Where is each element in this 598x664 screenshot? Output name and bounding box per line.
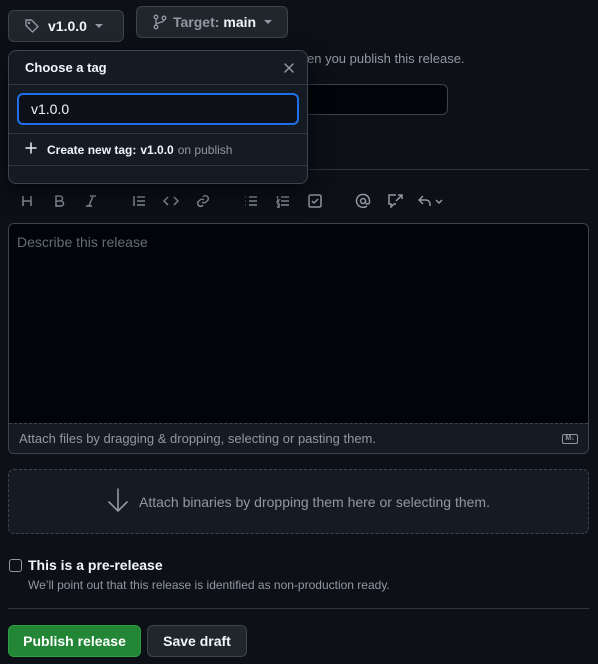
tag-hint-text: en you publish this release. xyxy=(307,51,465,66)
create-tag-suffix: on publish xyxy=(177,142,233,157)
tag-filter-input[interactable] xyxy=(17,93,299,125)
tag-select-button[interactable]: v1.0.0 xyxy=(8,10,124,42)
plus-icon xyxy=(25,142,37,157)
code-icon[interactable] xyxy=(160,190,182,212)
tag-dropdown: Choose a tag Create new tag: v1.0.0 on p… xyxy=(8,50,308,184)
prerelease-label[interactable]: This is a pre-release xyxy=(28,557,163,573)
link-icon[interactable] xyxy=(192,190,214,212)
prerelease-description: We’ll point out that this release is ide… xyxy=(28,578,390,592)
ordered-list-icon[interactable] xyxy=(272,190,294,212)
markdown-icon: M↓ xyxy=(562,433,578,444)
mention-icon[interactable] xyxy=(352,190,374,212)
branch-icon xyxy=(153,14,167,30)
create-tag-prefix: Create new tag: xyxy=(47,142,137,157)
chevron-down-icon xyxy=(94,24,103,28)
divider xyxy=(300,169,589,170)
publish-release-button[interactable]: Publish release xyxy=(8,625,141,657)
attach-files-bar[interactable]: Attach files by dragging & dropping, sel… xyxy=(9,423,588,453)
tag-select-label: v1.0.0 xyxy=(48,18,87,34)
markdown-toolbar xyxy=(16,190,456,212)
create-tag-value: v1.0.0 xyxy=(140,142,174,157)
chevron-down-icon xyxy=(264,20,273,24)
bold-icon[interactable] xyxy=(48,190,70,212)
release-notes-editor: Attach files by dragging & dropping, sel… xyxy=(8,223,589,454)
target-select-button[interactable]: Target: main xyxy=(136,6,288,38)
tag-icon xyxy=(24,18,40,34)
target-value: main xyxy=(223,14,257,30)
binaries-dropzone[interactable]: Attach binaries by dropping them here or… xyxy=(8,469,589,534)
target-prefix: Target: xyxy=(173,14,220,30)
italic-icon[interactable] xyxy=(80,190,102,212)
heading-icon[interactable] xyxy=(16,190,38,212)
divider xyxy=(8,608,589,609)
quote-icon[interactable] xyxy=(128,190,150,212)
dropzone-text: Attach binaries by dropping them here or… xyxy=(139,493,490,510)
tag-dropdown-title: Choose a tag xyxy=(25,60,107,75)
release-notes-textarea[interactable] xyxy=(9,224,588,423)
release-title-input[interactable] xyxy=(300,84,448,115)
save-draft-button[interactable]: Save draft xyxy=(147,625,247,657)
close-icon[interactable] xyxy=(281,60,297,76)
undo-icon[interactable] xyxy=(416,190,446,212)
create-tag-option[interactable]: Create new tag: v1.0.0 on publish xyxy=(9,134,307,166)
arrow-down-icon xyxy=(107,487,139,516)
task-list-icon[interactable] xyxy=(304,190,326,212)
tag-filter-wrap xyxy=(9,85,307,134)
reference-icon[interactable] xyxy=(384,190,406,212)
tag-dropdown-header: Choose a tag xyxy=(9,51,307,85)
prerelease-checkbox[interactable] xyxy=(9,559,22,572)
unordered-list-icon[interactable] xyxy=(240,190,262,212)
attach-files-text: Attach files by dragging & dropping, sel… xyxy=(19,431,376,446)
